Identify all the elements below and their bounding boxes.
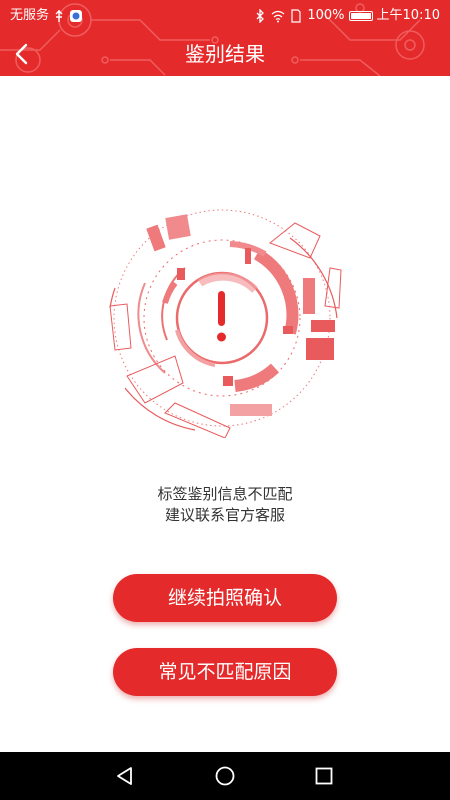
system-navigation-bar	[0, 752, 450, 800]
clock-time: 上午10:10	[376, 8, 440, 23]
battery-percent: 100%	[307, 8, 345, 23]
mismatch-reasons-button[interactable]: 常见不匹配原因	[113, 648, 337, 696]
system-recents-button[interactable]	[310, 762, 338, 790]
square-recents-icon	[315, 767, 333, 785]
navigation-bar: 鉴别结果	[0, 32, 450, 76]
sim-card-icon	[291, 9, 301, 23]
system-back-button[interactable]	[111, 762, 139, 790]
result-message: 标签鉴别信息不匹配 建议联系官方客服	[0, 484, 450, 526]
wifi-icon	[271, 10, 285, 23]
carrier-text: 无服务	[10, 8, 50, 23]
circle-home-icon	[215, 766, 235, 786]
alert-exclamation-icon	[217, 291, 226, 342]
continue-photo-confirm-button[interactable]: 继续拍照确认	[113, 574, 337, 622]
message-line-1: 标签鉴别信息不匹配	[157, 485, 293, 503]
system-home-button[interactable]	[211, 762, 239, 790]
app-header: 无服务 100% 上午10:10 鉴别结果	[0, 0, 450, 76]
battery-icon	[348, 11, 373, 21]
bluetooth-icon	[256, 9, 265, 23]
alert-result-graphic	[109, 209, 342, 438]
app-notification-icon	[70, 10, 83, 22]
triangle-back-icon	[117, 767, 132, 785]
status-bar: 无服务 100% 上午10:10	[0, 0, 450, 32]
message-line-2: 建议联系官方客服	[164, 506, 285, 524]
back-button[interactable]	[0, 32, 44, 76]
chevron-left-icon	[15, 43, 28, 65]
usb-icon	[55, 10, 63, 22]
page-title: 鉴别结果	[185, 42, 265, 66]
